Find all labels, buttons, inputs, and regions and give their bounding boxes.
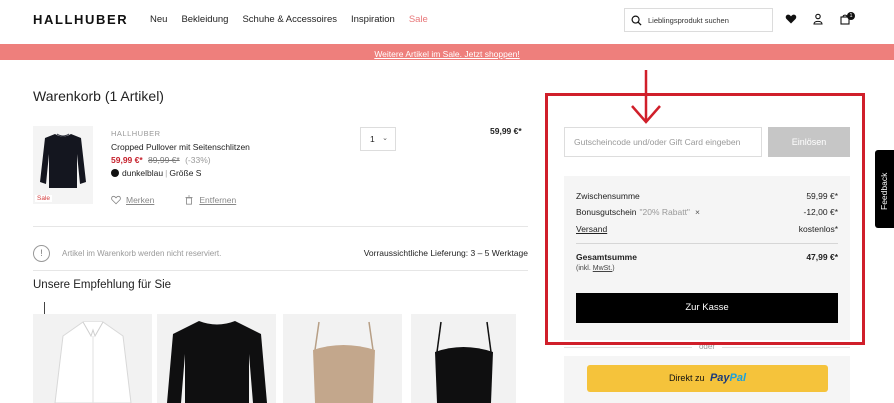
feedback-label: Feedback xyxy=(879,172,889,210)
quantity-value: 1 xyxy=(370,134,375,144)
nav-item-neu[interactable]: Neu xyxy=(150,14,167,25)
price-new: 59,99 €* xyxy=(111,155,143,165)
page-title: Warenkorb (1 Artikel) xyxy=(33,88,164,104)
product-name[interactable]: Cropped Pullover mit Seitenschlitzen xyxy=(111,142,250,152)
remove-label: Entfernen xyxy=(199,195,237,205)
info-icon: ! xyxy=(33,244,50,262)
size-label: Größe S xyxy=(169,168,202,178)
remove-item-button[interactable]: Entfernen xyxy=(184,195,236,205)
discount-percent: (-33%) xyxy=(185,155,211,165)
user-icon[interactable] xyxy=(812,13,824,25)
white-blouse-image xyxy=(33,314,152,403)
product-prices: 59,99 €* 89,99 €* (-33%) xyxy=(111,155,211,165)
beige-top-image xyxy=(283,314,402,403)
save-for-later-button[interactable]: Merken xyxy=(111,195,154,205)
color-label: dunkelblau xyxy=(122,168,164,178)
variant-separator: | xyxy=(165,168,168,178)
search-icon xyxy=(631,15,642,26)
paypal-prefix: Direkt zu xyxy=(668,373,705,383)
price-old: 89,99 €* xyxy=(148,155,180,165)
divider xyxy=(33,270,528,271)
recommendations-title: Unsere Empfehlung für Sie xyxy=(33,279,172,291)
product-brand: HALLHUBER xyxy=(111,129,161,138)
paypal-button[interactable]: Direkt zu PayPal xyxy=(587,365,828,392)
sale-badge: Sale xyxy=(35,195,53,202)
reco-product-card[interactable] xyxy=(283,314,402,403)
chevron-down-icon: ⌄ xyxy=(382,135,388,142)
highlight-box xyxy=(545,93,865,345)
nav-item-inspiration[interactable]: Inspiration xyxy=(351,14,395,25)
divider xyxy=(33,226,528,227)
black-top-image xyxy=(411,314,516,403)
paypal-logo: PayPal xyxy=(710,372,746,384)
product-variant: dunkelblau | Größe S xyxy=(111,168,201,178)
reco-product-card[interactable] xyxy=(157,314,276,403)
nav-item-bekleidung[interactable]: Bekleidung xyxy=(181,14,228,25)
line-total: 59,99 €* xyxy=(490,126,522,136)
brand-logo[interactable]: HALLHUBER xyxy=(33,12,128,27)
heart-icon[interactable] xyxy=(785,13,797,25)
search-box[interactable] xyxy=(624,8,773,32)
reservation-info: ! Artikel im Warenkorb werden nicht rese… xyxy=(33,243,528,263)
quantity-select[interactable]: 1 ⌄ xyxy=(360,127,396,151)
color-swatch xyxy=(111,169,119,177)
save-label: Merken xyxy=(126,195,155,205)
reco-product-card[interactable] xyxy=(33,314,152,403)
heart-outline-icon xyxy=(111,195,121,205)
nav-item-sale[interactable]: Sale xyxy=(409,14,428,25)
promo-bar: Weitere Artikel im Sale. Jetzt shoppen! xyxy=(0,44,894,60)
product-image[interactable]: Sale xyxy=(33,126,93,204)
main-nav: Neu Bekleidung Schuhe & Accessoires Insp… xyxy=(150,14,442,25)
reservation-text: Artikel im Warenkorb werden nicht reserv… xyxy=(62,248,222,258)
site-header: HALLHUBER Neu Bekleidung Schuhe & Access… xyxy=(0,0,894,42)
item-actions: Merken Entfernen xyxy=(111,195,266,205)
trash-icon xyxy=(185,195,193,205)
paypal-logo-pay: Pay xyxy=(709,372,730,384)
sweater-image xyxy=(33,126,93,204)
search-input[interactable] xyxy=(648,15,768,25)
feedback-tab[interactable]: Feedback xyxy=(875,150,894,228)
cart-count-badge: 1 xyxy=(847,12,855,20)
reco-product-card[interactable] xyxy=(411,314,516,403)
nav-item-schuhe-accessoires[interactable]: Schuhe & Accessoires xyxy=(242,14,337,25)
black-sweater-image xyxy=(157,314,276,403)
promo-link[interactable]: Weitere Artikel im Sale. Jetzt shoppen! xyxy=(374,49,519,59)
arrow-down-icon xyxy=(631,70,661,124)
delivery-estimate: Vorraussichtliche Lieferung: 3 – 5 Werkt… xyxy=(363,248,528,258)
paypal-logo-pal: Pal xyxy=(729,372,747,384)
